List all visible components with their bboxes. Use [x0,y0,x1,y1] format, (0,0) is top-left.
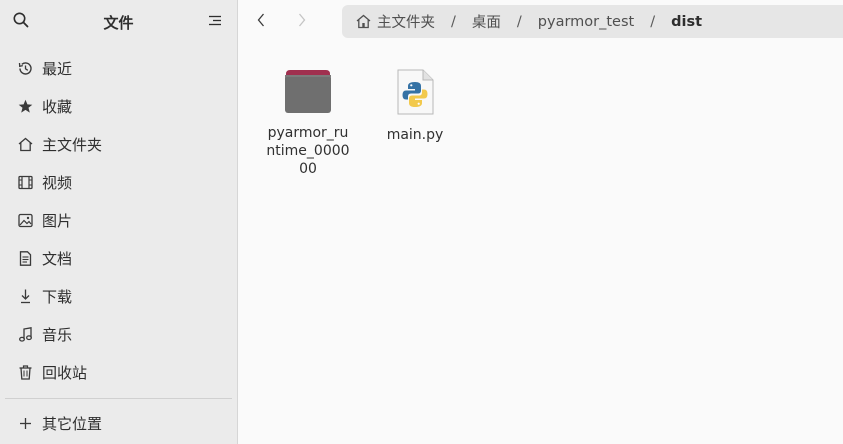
video-icon [17,174,34,191]
star-icon [17,98,34,115]
plus-icon [17,415,34,432]
sidebar-item-label: 音乐 [42,326,73,344]
python-file-icon [372,68,458,120]
forward-button[interactable] [289,10,315,34]
sidebar-item-label: 图片 [42,212,73,230]
sidebar-item-label: 主文件夹 [42,136,103,154]
sidebar-item-label: 最近 [42,60,73,78]
music-icon [17,326,34,343]
chevron-left-icon [255,11,267,33]
breadcrumb-separator: / [451,13,456,30]
sidebar-item-documents[interactable]: 文档 [0,239,237,277]
menu-icon[interactable] [207,13,223,29]
breadcrumb-home[interactable]: 主文件夹 [377,11,435,32]
sidebar-item-trash[interactable]: 回收站 [0,353,237,391]
file-item-main-py[interactable]: main.py [372,68,458,144]
back-button[interactable] [248,10,274,34]
sidebar: 文件 最近 收藏 主文件夹 视频 图片 文档 下载 音乐 回收站 其它位置 [0,0,238,444]
sidebar-divider [5,398,232,399]
clock-icon [17,60,34,77]
image-icon [17,212,34,229]
document-icon [17,250,34,267]
file-item-folder[interactable]: pyarmor_runtime_000000 [265,68,351,178]
sidebar-item-label: 收藏 [42,98,73,116]
home-icon [17,136,34,153]
sidebar-item-other-locations[interactable]: 其它位置 [0,404,237,442]
breadcrumb-separator: / [650,13,656,30]
sidebar-item-music[interactable]: 音乐 [0,315,237,353]
sidebar-item-label: 回收站 [42,364,88,382]
main-content: 主文件夹 / 桌面 / pyarmor_test / dist pyarmor_… [238,0,843,444]
home-icon [355,13,372,30]
breadcrumb-separator: / [516,13,522,30]
sidebar-header: 文件 [0,0,237,42]
breadcrumb-desktop[interactable]: 桌面 [472,11,501,32]
trash-icon [17,364,34,381]
sidebar-item-label: 文档 [42,250,73,268]
sidebar-title: 文件 [103,14,134,32]
sidebar-item-starred[interactable]: 收藏 [0,87,237,125]
breadcrumb-current[interactable]: dist [671,14,702,30]
file-name: pyarmor_runtime_000000 [266,125,350,177]
sidebar-item-label: 视频 [42,174,73,192]
file-name: main.py [386,127,444,143]
download-icon [17,288,34,305]
folder-icon [265,68,351,118]
sidebar-item-label: 下载 [42,288,73,306]
pathbar: 主文件夹 / 桌面 / pyarmor_test / dist [342,5,843,38]
sidebar-item-recent[interactable]: 最近 [0,49,237,87]
sidebar-item-downloads[interactable]: 下载 [0,277,237,315]
sidebar-item-home[interactable]: 主文件夹 [0,125,237,163]
sidebar-item-pictures[interactable]: 图片 [0,201,237,239]
sidebar-item-videos[interactable]: 视频 [0,163,237,201]
sidebar-item-label: 其它位置 [42,415,103,433]
breadcrumb-pyarmor-test[interactable]: pyarmor_test [538,14,634,30]
chevron-right-icon [296,11,308,33]
